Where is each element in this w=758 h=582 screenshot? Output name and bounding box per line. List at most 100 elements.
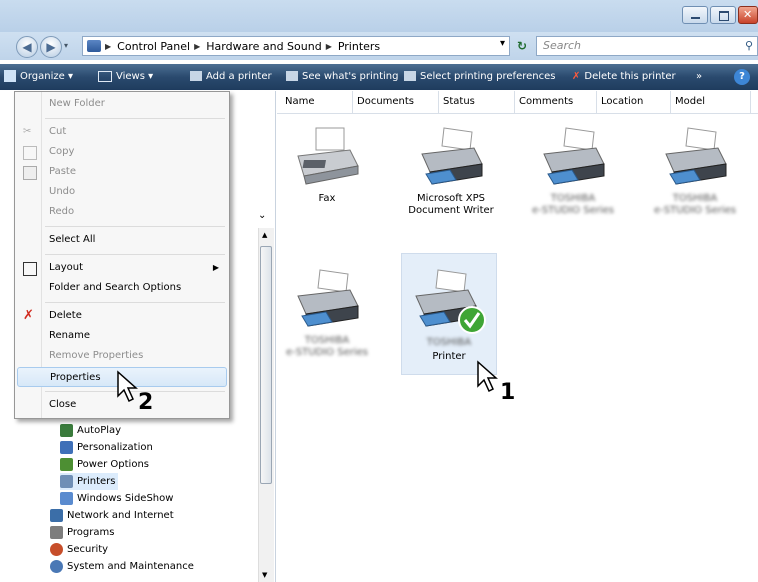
copy-icon: [23, 146, 37, 160]
tree-item-security[interactable]: Security: [50, 541, 108, 558]
device-microsoft-xps[interactable]: Microsoft XPS Document Writer: [396, 126, 506, 217]
tree-item-power-options[interactable]: Power Options: [60, 456, 149, 473]
organize-button[interactable]: Organize ▾: [4, 64, 73, 90]
menu-item-select-all[interactable]: Select All: [17, 230, 227, 250]
scissors-icon: ✂: [23, 126, 32, 137]
menu-item-folder-and-search-options[interactable]: Folder and Search Options: [17, 278, 227, 298]
menu-item-delete[interactable]: ✗ Delete: [17, 306, 227, 326]
menu-label: Copy: [49, 146, 75, 157]
menu-item-remove-properties[interactable]: Remove Properties: [17, 346, 227, 366]
breadcrumb-hardware-and-sound[interactable]: Hardware and Sound: [206, 40, 321, 53]
breadcrumb-separator-icon[interactable]: ▶: [105, 42, 111, 51]
device-label: Microsoft XPS Document Writer: [408, 193, 494, 216]
refresh-icon[interactable]: ↻: [512, 37, 532, 55]
menu-label: Folder and Search Options: [49, 282, 182, 293]
device-label-blurred: TOSHIBA: [304, 335, 350, 346]
scrollbar-thumb[interactable]: [260, 246, 272, 484]
menu-label: Redo: [49, 206, 75, 217]
device-toshiba-printer-a[interactable]: TOSHIBA e-STUDIO Series: [518, 126, 628, 217]
see-printing-button[interactable]: See what's printing: [286, 64, 399, 90]
column-header-comments[interactable]: Comments: [515, 91, 597, 113]
device-label-blurred: TOSHIBA: [550, 193, 596, 204]
search-icon[interactable]: ⚲: [745, 37, 753, 55]
tree-label: AutoPlay: [77, 425, 122, 436]
column-header-name[interactable]: Name: [281, 91, 353, 113]
address-field[interactable]: ▶ Control Panel ▶ Hardware and Sound ▶ P…: [82, 36, 510, 56]
power-options-icon: [60, 457, 73, 471]
recent-pages-dropdown[interactable]: ▾: [64, 41, 68, 50]
forward-button[interactable]: ▶: [40, 36, 62, 58]
tree-label: Printers: [77, 476, 116, 487]
mouse-pointer-icon: [477, 360, 498, 393]
device-toshiba-printer-b[interactable]: TOSHIBA e-STUDIO Series: [640, 126, 750, 217]
printer-icon: [60, 474, 73, 488]
printers-folder-icon: [87, 40, 101, 52]
device-label-blurred: e-STUDIO Series: [654, 205, 736, 216]
column-header-location[interactable]: Location: [597, 91, 671, 113]
minimize-icon: [691, 17, 700, 19]
device-fax[interactable]: Fax: [272, 126, 382, 205]
tree-item-programs[interactable]: Programs: [50, 524, 114, 541]
breadcrumb-printers[interactable]: Printers: [338, 40, 380, 53]
tree-item-network-and-internet[interactable]: Network and Internet: [50, 507, 174, 524]
tree-item-autoplay[interactable]: AutoPlay: [60, 422, 121, 439]
menu-separator: [45, 254, 225, 255]
printer-icon: [421, 127, 483, 185]
menu-label: Properties: [50, 372, 101, 383]
menu-label: Delete: [49, 310, 82, 321]
select-preferences-label: Select printing preferences: [420, 71, 556, 82]
device-label-blurred: e-STUDIO Series: [286, 347, 368, 358]
tree-label: System and Maintenance: [67, 561, 194, 572]
breadcrumb-control-panel[interactable]: Control Panel: [117, 40, 190, 53]
help-icon[interactable]: ?: [734, 69, 750, 85]
minimize-button[interactable]: [682, 6, 708, 24]
step-number-2: 2: [138, 390, 154, 415]
add-printer-button[interactable]: Add a printer: [190, 64, 272, 90]
menu-item-layout[interactable]: Layout ▶: [17, 258, 227, 278]
breadcrumb-separator-icon[interactable]: ▶: [326, 42, 332, 51]
programs-icon: [50, 525, 63, 539]
submenu-arrow-icon: ▶: [212, 263, 219, 272]
menu-item-rename[interactable]: Rename: [17, 326, 227, 346]
menu-separator: [45, 118, 225, 119]
menu-item-cut[interactable]: ✂ Cut: [17, 122, 227, 142]
more-commands-button[interactable]: »: [696, 64, 702, 90]
breadcrumb-separator-icon[interactable]: ▶: [194, 42, 200, 51]
tree-item-windows-sideshow[interactable]: Windows SideShow: [60, 490, 173, 507]
menu-item-new-folder[interactable]: New Folder: [17, 94, 227, 114]
title-bar: ✕: [0, 0, 758, 32]
column-header-model[interactable]: Model: [671, 91, 751, 113]
command-toolbar: Organize ▾ Views ▾ Add a printer See wha…: [0, 64, 758, 90]
device-printer-default[interactable]: TOSHIBA Printer: [394, 268, 504, 363]
printer-icon: [543, 127, 605, 185]
address-dropdown-icon[interactable]: ▾: [500, 38, 505, 49]
close-button[interactable]: ✕: [738, 6, 758, 24]
tree-item-system-and-maintenance[interactable]: System and Maintenance: [50, 558, 194, 575]
device-label-blurred: e-STUDIO Series: [532, 205, 614, 216]
column-header-documents[interactable]: Documents: [353, 91, 439, 113]
navigation-collapse-icon[interactable]: ⌄: [258, 210, 266, 221]
scroll-down-icon[interactable]: ▼: [262, 571, 267, 579]
menu-item-redo[interactable]: Redo: [17, 202, 227, 222]
menu-item-paste[interactable]: Paste: [17, 162, 227, 182]
back-arrow-icon: ◀: [22, 40, 32, 54]
printer-queue-icon: [286, 71, 298, 81]
search-input[interactable]: Search ⚲: [536, 36, 758, 56]
scroll-up-icon[interactable]: ▲: [262, 231, 267, 239]
device-toshiba-printer-c[interactable]: TOSHIBA e-STUDIO Series: [272, 268, 382, 359]
layout-icon: [23, 262, 37, 276]
column-header-status[interactable]: Status: [439, 91, 515, 113]
tree-item-printers[interactable]: Printers: [60, 473, 119, 490]
close-icon: ✕: [743, 8, 753, 21]
delete-printer-button[interactable]: ✗ Delete this printer: [572, 64, 676, 90]
sideshow-icon: [60, 491, 73, 505]
maximize-button[interactable]: [710, 6, 736, 24]
views-button[interactable]: Views ▾: [98, 64, 153, 90]
tree-item-personalization[interactable]: Personalization: [60, 439, 153, 456]
select-preferences-button[interactable]: Select printing preferences: [404, 64, 555, 90]
organize-label: Organize: [20, 71, 65, 82]
menu-item-undo[interactable]: Undo: [17, 182, 227, 202]
menu-item-copy[interactable]: Copy: [17, 142, 227, 162]
menu-label: Close: [49, 399, 77, 410]
back-button[interactable]: ◀: [16, 36, 38, 58]
